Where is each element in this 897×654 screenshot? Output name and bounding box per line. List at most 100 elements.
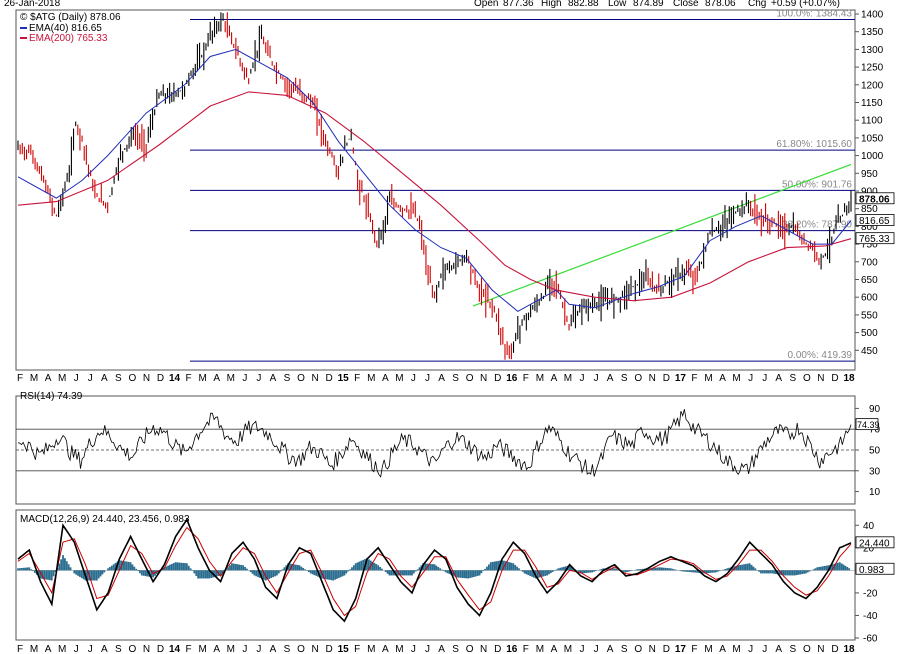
x-tick-label: J xyxy=(594,373,599,384)
macd-hist-bar xyxy=(673,569,676,571)
macd-hist-bar xyxy=(761,570,764,574)
macd-hist-bar xyxy=(821,566,824,571)
macd-hist-bar xyxy=(307,570,310,573)
macd-hist-bar xyxy=(465,570,468,579)
macd-hist-bar xyxy=(836,562,839,571)
macd-hist-bar xyxy=(131,564,134,571)
x-tick-label: D xyxy=(663,373,670,384)
macd-hist-bar xyxy=(197,570,200,579)
macd-hist-bar xyxy=(354,563,357,571)
x-tick-label-bottom: J xyxy=(74,644,79,654)
macd-hist-bar xyxy=(583,570,586,574)
macd-hist-bar xyxy=(28,567,31,571)
macd-hist-bar xyxy=(446,570,449,574)
x-tick-label-bottom: M xyxy=(30,644,38,654)
macd-hist-bar xyxy=(786,570,789,576)
macd-hist-bar xyxy=(309,570,312,574)
price-y-tick-label: 700 xyxy=(861,257,878,268)
macd-hist-bar xyxy=(555,569,558,571)
macd-hist-bar xyxy=(463,570,466,579)
x-tick-label: F xyxy=(691,373,697,384)
x-tick-label: N xyxy=(480,373,487,384)
x-tick-label: F xyxy=(17,373,23,384)
x-tick-label-bottom: 15 xyxy=(338,644,350,654)
price-y-tick-label: 1000 xyxy=(861,151,884,162)
macd-hist-bar xyxy=(495,561,498,571)
macd-hist-bar xyxy=(594,570,597,572)
macd-hist-bar xyxy=(67,564,70,571)
macd-hist-bar xyxy=(18,568,21,571)
x-tick-label-bottom: J xyxy=(762,644,767,654)
fib-label: 100.0%: 1384.43 xyxy=(776,9,852,20)
macd-hist-bar xyxy=(439,568,442,571)
macd-hist-bar xyxy=(403,570,406,576)
macd-hist-bar xyxy=(169,564,171,571)
x-tick-label: A xyxy=(607,373,614,384)
macd-hist-bar xyxy=(232,563,235,571)
macd-hist-bar xyxy=(457,570,460,578)
x-tick-label: M xyxy=(227,373,235,384)
macd-hist-bar xyxy=(746,563,749,571)
macd-hist-bar xyxy=(416,569,419,571)
macd-hist-bar xyxy=(101,570,104,575)
x-tick-label: M xyxy=(30,373,38,384)
macd-hist-bar xyxy=(638,569,640,571)
macd-hist-bar xyxy=(797,570,800,575)
fib-label: 38.20%: 787.90 xyxy=(782,220,852,231)
macd-hist-bar xyxy=(818,566,821,571)
macd-hist-bar xyxy=(199,570,201,579)
x-tick-label-bottom: J xyxy=(256,644,261,654)
macd-hist-bar xyxy=(593,570,595,572)
macd-hist-bar xyxy=(825,565,828,571)
macd-hist-bar xyxy=(191,570,194,571)
macd-hist-bar xyxy=(73,570,76,574)
macd-hist-bar xyxy=(523,570,526,574)
macd-hist-bar xyxy=(613,568,616,571)
x-tick-label-bottom: S xyxy=(452,644,459,654)
macd-hist-bar xyxy=(388,570,391,576)
macd-hist-bar xyxy=(660,567,663,571)
macd-hist-bar xyxy=(664,567,667,571)
macd-hist-bar xyxy=(200,570,203,579)
macd-hist-bar xyxy=(182,562,184,571)
macd-hist-bar xyxy=(358,561,361,571)
x-tick-label-bottom: J xyxy=(425,644,430,654)
price-y-tick-label: 1250 xyxy=(861,63,884,74)
macd-hist-bar xyxy=(508,562,511,571)
macd-hist-bar xyxy=(820,566,822,571)
macd-hist-bar xyxy=(294,564,297,571)
macd-hist-bar xyxy=(563,566,565,571)
macd-hist-bar xyxy=(472,570,475,577)
x-tick-label: A xyxy=(45,373,52,384)
x-tick-label: F xyxy=(523,373,529,384)
macd-hist-bar xyxy=(488,564,490,571)
macd-hist-bar xyxy=(343,570,346,576)
macd-hist-bar xyxy=(202,570,205,579)
macd-hist-bar xyxy=(334,570,336,580)
macd-hist-bar xyxy=(124,561,126,571)
macd-hist-bar xyxy=(763,570,766,574)
macd-hist-bar xyxy=(139,570,141,574)
x-tick-label: J xyxy=(256,373,261,384)
macd-hist-bar xyxy=(442,570,445,572)
x-tick-label-bottom: J xyxy=(411,644,416,654)
macd-hist-bar xyxy=(459,570,462,578)
x-tick-label: N xyxy=(311,373,318,384)
x-tick-label-bottom: J xyxy=(748,644,753,654)
macd-hist-bar xyxy=(45,570,48,580)
macd-hist-bar xyxy=(92,570,94,581)
x-tick-label-bottom: M xyxy=(536,644,544,654)
macd-hist-bar xyxy=(548,570,550,575)
price-bars xyxy=(17,12,852,360)
macd-hist-bar xyxy=(332,570,335,581)
macd-hist-bar xyxy=(339,570,342,578)
macd-hist-bar xyxy=(313,570,316,576)
x-tick-label: J xyxy=(88,373,93,384)
macd-hist-bar xyxy=(707,570,710,574)
x-tick-label: A xyxy=(438,373,445,384)
macd-hist-bar xyxy=(512,563,515,571)
rsi-line xyxy=(17,409,852,478)
macd-hist-bar xyxy=(437,566,440,571)
macd-hist-bar xyxy=(681,570,684,572)
macd-hist-bar xyxy=(743,564,745,571)
